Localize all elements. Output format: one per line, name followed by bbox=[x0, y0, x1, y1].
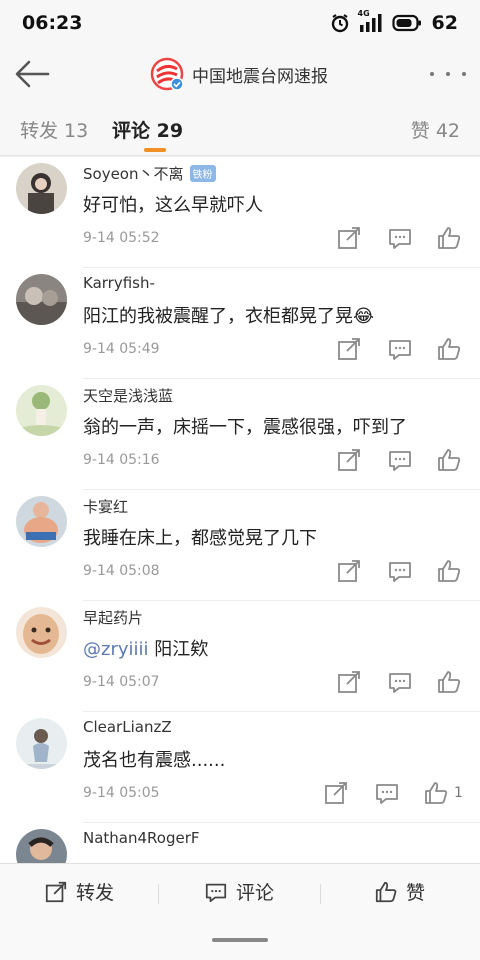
avatar[interactable] bbox=[16, 163, 67, 214]
divider bbox=[158, 884, 159, 904]
comment-item: 天空是浅浅蓝 翁的一声，床摇一下，震感很强，吓到了 9-14 05:16 bbox=[0, 379, 480, 490]
thumbs-up-icon bbox=[375, 881, 397, 902]
repost-icon[interactable] bbox=[336, 669, 362, 695]
comment-item: ClearLianzZ 茂名也有震感...... 9-14 05:05 1 bbox=[0, 712, 480, 823]
comment-text: 翁的一声，床摇一下，震感很强，吓到了 bbox=[83, 417, 407, 438]
comment-button[interactable]: 评论 bbox=[204, 878, 274, 905]
username[interactable]: 天空是浅浅蓝 bbox=[83, 385, 173, 406]
status-icons: 4G 62 bbox=[330, 9, 458, 34]
username[interactable]: 卡宴红 bbox=[83, 496, 128, 517]
thumbs-up-icon[interactable] bbox=[436, 669, 462, 695]
username[interactable]: ClearLianzZ bbox=[83, 718, 172, 736]
tab-reposts[interactable]: 转发 13 bbox=[20, 116, 88, 143]
comment-text: 好可怕，这么早就吓人 bbox=[83, 195, 263, 216]
tab-likes[interactable]: 赞 42 bbox=[411, 116, 460, 143]
comment-item: Soyeon丶不离 铁粉 好可怕，这么早就吓人 9-14 05:52 bbox=[0, 157, 480, 268]
nav-bar: 中国地震台网速报 bbox=[0, 48, 480, 100]
comment-time: 9-14 05:08 bbox=[83, 563, 160, 579]
repost-icon[interactable] bbox=[336, 225, 362, 251]
thumbs-up-icon[interactable] bbox=[436, 336, 462, 362]
repost-button[interactable]: 转发 bbox=[44, 878, 114, 905]
repost-icon[interactable] bbox=[336, 558, 362, 584]
avatar[interactable] bbox=[16, 496, 67, 547]
comment-item: 卡宴红 我睡在床上，都感觉晃了几下 9-14 05:08 bbox=[0, 490, 480, 601]
comment-text: 茂名也有震感...... bbox=[83, 750, 226, 771]
comment-icon[interactable] bbox=[387, 336, 413, 362]
fan-badge: 铁粉 bbox=[189, 165, 216, 182]
avatar[interactable] bbox=[16, 829, 67, 863]
thumbs-up-icon[interactable] bbox=[436, 558, 462, 584]
alarm-icon bbox=[331, 14, 348, 33]
comment-icon[interactable] bbox=[387, 669, 413, 695]
back-arrow-icon[interactable] bbox=[12, 54, 52, 94]
account-logo bbox=[150, 57, 184, 91]
divider bbox=[320, 884, 321, 904]
comment-text: 阳江的我被震醒了，衣柜都晃了晃😂 bbox=[83, 306, 375, 327]
comment-icon[interactable] bbox=[387, 558, 413, 584]
avatar[interactable] bbox=[16, 274, 67, 325]
home-indicator[interactable] bbox=[212, 938, 268, 942]
comment-text: 我睡在床上，都感觉晃了几下 bbox=[83, 528, 317, 549]
mention-link[interactable]: @zryiiii bbox=[83, 639, 149, 660]
username[interactable]: Karryfish- bbox=[83, 274, 155, 292]
comment-item: 早起药片 @zryiiii 阳江欸 9-14 05:07 bbox=[0, 601, 480, 712]
nav-title: 中国地震台网速报 bbox=[192, 66, 328, 87]
username[interactable]: Nathan4RogerF bbox=[83, 829, 200, 847]
like-count: 1 bbox=[454, 785, 463, 801]
comment-time: 9-14 05:16 bbox=[83, 452, 160, 468]
signal-icon: 4G bbox=[358, 9, 384, 33]
comment-item: Karryfish- 阳江的我被震醒了，衣柜都晃了晃😂 9-14 05:49 bbox=[0, 268, 480, 379]
battery-percent: 62 bbox=[431, 12, 458, 34]
username[interactable]: 早起药片 bbox=[83, 607, 143, 628]
more-options-icon[interactable] bbox=[430, 62, 466, 86]
repost-icon[interactable] bbox=[336, 336, 362, 362]
status-bar: 06:23 4G 62 bbox=[0, 0, 480, 48]
comment-list[interactable]: Soyeon丶不离 铁粉 好可怕，这么早就吓人 9-14 05:52 Karry… bbox=[0, 157, 480, 863]
username[interactable]: Soyeon丶不离 铁粉 bbox=[83, 163, 216, 184]
avatar[interactable] bbox=[16, 385, 67, 436]
comment-icon bbox=[205, 883, 227, 902]
comment-icon[interactable] bbox=[387, 447, 413, 473]
comment-time: 9-14 05:49 bbox=[83, 341, 160, 357]
battery-icon bbox=[391, 14, 421, 32]
comment-icon[interactable] bbox=[387, 225, 413, 251]
thumbs-up-icon[interactable] bbox=[436, 447, 462, 473]
status-time: 06:23 bbox=[22, 12, 83, 34]
like-button[interactable]: 赞 bbox=[374, 878, 425, 905]
comment-time: 9-14 05:07 bbox=[83, 674, 160, 690]
account-header[interactable]: 中国地震台网速报 bbox=[150, 56, 328, 92]
active-tab-indicator bbox=[144, 148, 166, 152]
tabs-bar: 转发 13 评论 29 赞 42 bbox=[0, 100, 480, 156]
thumbs-up-icon[interactable] bbox=[423, 780, 449, 806]
repost-icon[interactable] bbox=[336, 447, 362, 473]
repost-icon[interactable] bbox=[323, 780, 349, 806]
comment-time: 9-14 05:52 bbox=[83, 230, 160, 246]
repost-icon bbox=[45, 881, 67, 902]
thumbs-up-icon[interactable] bbox=[436, 225, 462, 251]
comment-item: Nathan4RogerF bbox=[0, 823, 480, 863]
comment-icon[interactable] bbox=[374, 780, 400, 806]
tab-comments[interactable]: 评论 29 bbox=[112, 116, 183, 143]
avatar[interactable] bbox=[16, 607, 67, 658]
comment-text: @zryiiii 阳江欸 bbox=[83, 639, 209, 660]
avatar[interactable] bbox=[16, 718, 67, 769]
bottom-action-bar: 转发 评论 赞 bbox=[0, 863, 480, 960]
comment-time: 9-14 05:05 bbox=[83, 785, 160, 801]
